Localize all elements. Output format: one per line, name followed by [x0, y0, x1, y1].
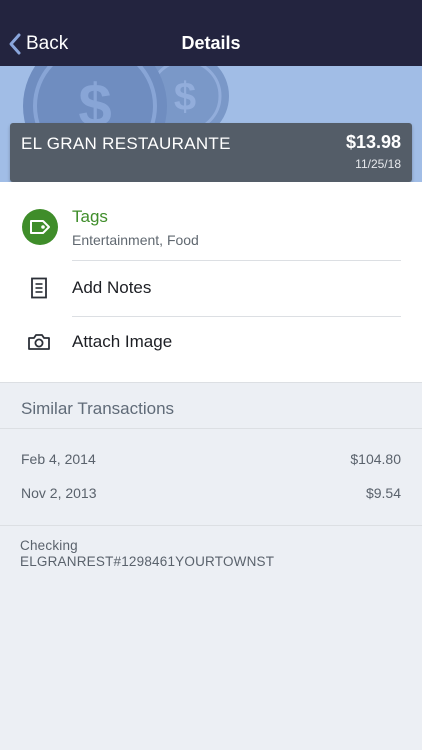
- divider: [72, 316, 401, 317]
- similar-transaction-date[interactable]: Feb 4, 2014: [21, 451, 96, 467]
- camera-icon[interactable]: [26, 329, 52, 355]
- navigation-bar: Back Details: [0, 0, 422, 66]
- add-notes-button[interactable]: Add Notes: [72, 278, 151, 298]
- transaction-summary: EL GRAN RESTAURANTE $13.98 11/25/18: [10, 123, 412, 182]
- document-icon[interactable]: [26, 275, 52, 301]
- divider: [0, 525, 422, 526]
- similar-transaction-date[interactable]: Nov 2, 2013: [21, 485, 97, 501]
- details-card: Tags Entertainment, Food Add Notes Attac…: [0, 182, 422, 382]
- similar-transaction-amount[interactable]: $104.80: [350, 451, 401, 467]
- svg-text:$: $: [174, 75, 196, 119]
- transaction-description: ELGRANREST#1298461YOURTOWNST: [20, 554, 275, 569]
- attach-image-button[interactable]: Attach Image: [72, 332, 172, 352]
- page-title: Details: [181, 33, 241, 53]
- divider: [0, 382, 422, 383]
- similar-transaction-amount[interactable]: $9.54: [366, 485, 401, 501]
- tags-label[interactable]: Tags: [72, 207, 108, 227]
- transaction-amount: $13.98: [345, 132, 401, 152]
- tags-value[interactable]: Entertainment, Food: [72, 232, 199, 248]
- transaction-date: 11/25/18: [355, 157, 401, 171]
- divider: [0, 428, 422, 429]
- account-name: Checking: [20, 538, 78, 553]
- divider: [72, 260, 401, 261]
- similar-transactions-title: Similar Transactions: [21, 399, 175, 418]
- tag-icon[interactable]: [22, 209, 58, 245]
- merchant-name: EL GRAN RESTAURANTE: [21, 134, 231, 153]
